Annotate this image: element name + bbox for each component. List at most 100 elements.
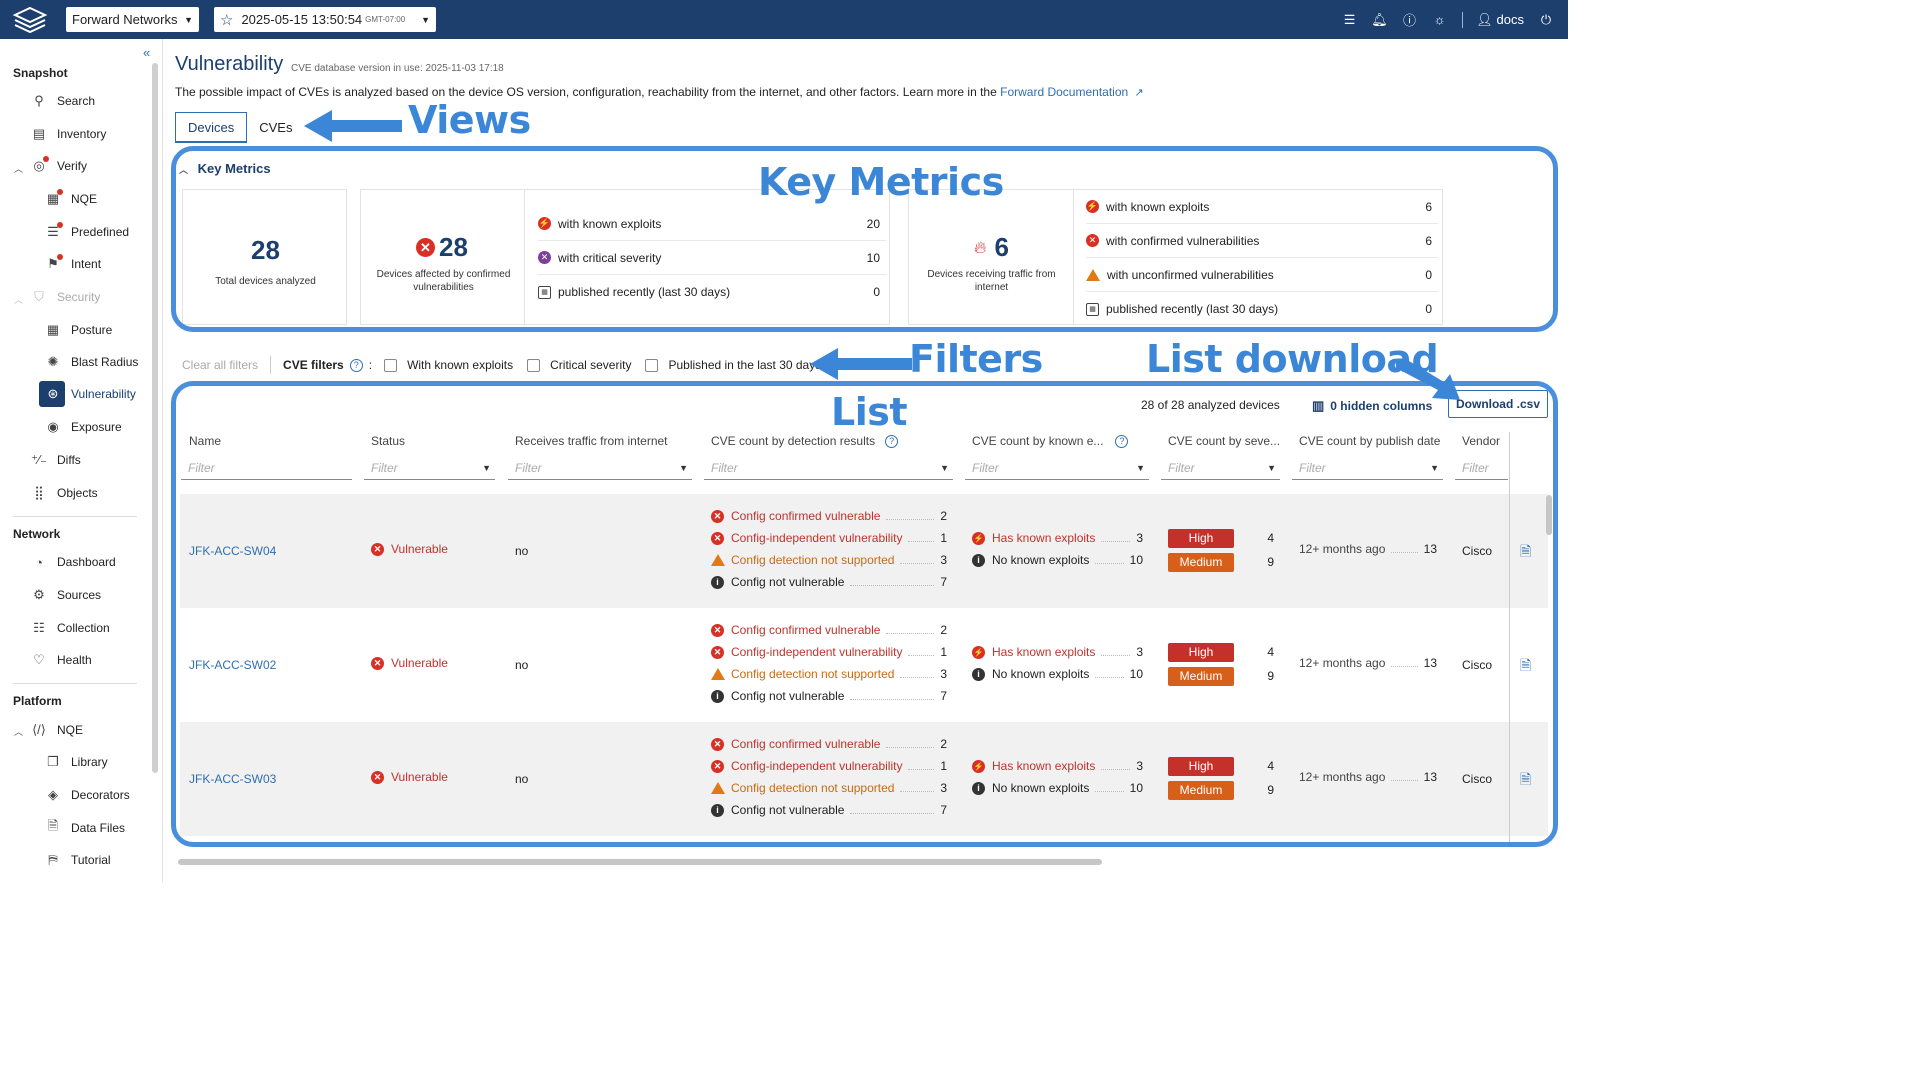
sidebar-item-label: Library: [71, 755, 108, 769]
sidebar-scrollbar[interactable]: [152, 63, 158, 773]
sidebar-item-security[interactable]: ⛉ Security: [31, 284, 100, 310]
sidebar-item-label: Security: [57, 290, 101, 304]
snapshot-timezone: GMT-07:00: [365, 15, 406, 24]
sidebar-item-nqe[interactable]: ▦ NQE: [45, 186, 97, 212]
sidebar-item-label: Predefined: [71, 225, 130, 239]
library-icon: ❐: [47, 754, 59, 769]
exposure-icon: ◉: [47, 419, 59, 434]
sidebar-item-label: Verify: [57, 159, 88, 173]
theme-icon[interactable]: ☼: [1432, 12, 1448, 28]
bell-icon[interactable]: 🔔︎: [1371, 12, 1388, 28]
sidebar-item-platform-nqe[interactable]: ⟨/⟩ NQE: [31, 717, 83, 743]
predefined-icon: ☰: [45, 222, 63, 240]
sidebar-item-exposure[interactable]: ◉ Exposure: [45, 414, 122, 440]
top-right-toolbar: ☰ 🔔︎ ⓘ ☼ 👤︎ docs ⏻: [1342, 0, 1554, 39]
critical-severity-checkbox[interactable]: [527, 358, 541, 372]
sidebar-item-label: NQE: [71, 192, 98, 206]
critical-severity-label[interactable]: Critical severity: [550, 358, 631, 372]
vulnerability-icon: ⊛: [47, 386, 59, 401]
known-exploits-checkbox[interactable]: [384, 358, 398, 372]
collection-icon: ☷: [33, 620, 45, 635]
sidebar-item-diffs[interactable]: ⁺⁄₋ Diffs: [31, 447, 81, 473]
file-icon: 🗎︎: [47, 818, 59, 833]
sidebar-divider: [13, 683, 137, 684]
network-select[interactable]: Forward Networks ▼: [66, 7, 199, 32]
known-exploits-label[interactable]: With known exploits: [407, 358, 513, 372]
chevron-up-icon[interactable]: ︿: [14, 725, 23, 738]
network-name: Forward Networks: [72, 12, 178, 27]
sidebar-item-vulnerability[interactable]: ⊛ Vulnerability: [45, 381, 136, 407]
sidebar-item-verify[interactable]: ◎ Verify: [31, 153, 87, 179]
published-recently-checkbox[interactable]: [645, 358, 659, 372]
vertical-scrollbar[interactable]: [1546, 495, 1552, 535]
sidebar-section-snapshot: Snapshot: [13, 66, 68, 80]
sidebar-item-label: Sources: [57, 588, 102, 602]
shield-icon: ⛉: [34, 289, 44, 304]
tab-cves[interactable]: CVEs: [247, 112, 304, 143]
published-recently-label[interactable]: Published in the last 30 days: [668, 358, 821, 372]
top-bar: Forward Networks ▼ ☆ 2025-05-15 13:50:54…: [0, 0, 1568, 39]
sidebar-item-sources[interactable]: ⚙ Sources: [31, 582, 101, 608]
help-icon[interactable]: ?: [349, 358, 363, 372]
sidebar-item-tutorial[interactable]: ⛿ Tutorial: [45, 847, 111, 873]
sidebar: « Snapshot ⚲ Search ▤ Inventory ︿ ◎ Veri…: [0, 39, 163, 882]
view-tabs: Devices CVEs: [175, 112, 304, 143]
verify-icon: ◎: [31, 156, 49, 174]
sidebar-item-decorators[interactable]: ◈ Decorators: [45, 782, 130, 808]
horizontal-scrollbar[interactable]: [178, 859, 1102, 865]
collapse-sidebar-icon[interactable]: «: [143, 45, 150, 60]
sidebar-item-label: Vulnerability: [71, 387, 136, 401]
sidebar-item-label: Diffs: [57, 453, 81, 467]
list-icon[interactable]: ☰: [1342, 12, 1358, 28]
sidebar-item-label: NQE: [57, 723, 84, 737]
chevron-up-icon[interactable]: ︿: [14, 293, 23, 306]
sidebar-item-label: Health: [57, 653, 92, 667]
filter-divider: [270, 356, 272, 374]
clear-all-filters-button[interactable]: Clear all filters: [182, 358, 258, 372]
sidebar-item-health[interactable]: ♡ Health: [31, 647, 92, 673]
chevron-down-icon: ▼: [184, 14, 193, 25]
download-arrow-icon: [1396, 358, 1460, 400]
sidebar-item-label: Collection: [57, 621, 110, 635]
star-icon[interactable]: ☆: [220, 11, 233, 29]
snapshot-select[interactable]: ☆ 2025-05-15 13:50:54 GMT-07:00 ▼: [214, 7, 436, 32]
list-annotation: List: [831, 390, 908, 434]
intent-icon: ⚑: [45, 254, 63, 272]
forward-logo-icon[interactable]: [12, 6, 48, 34]
sidebar-item-intent[interactable]: ⚑ Intent: [45, 251, 101, 277]
sidebar-item-collection[interactable]: ☷ Collection: [31, 615, 110, 641]
search-icon: ⚲: [34, 93, 44, 108]
sidebar-item-label: Dashboard: [57, 555, 116, 569]
power-icon[interactable]: ⏻: [1538, 12, 1554, 28]
sources-icon: ⚙: [33, 587, 45, 602]
documentation-link[interactable]: Forward Documentation: [1000, 85, 1128, 99]
sidebar-item-predefined[interactable]: ☰ Predefined: [45, 219, 129, 245]
sidebar-divider: [13, 516, 137, 517]
external-link-icon[interactable]: ↗: [1135, 87, 1144, 99]
decorators-icon: ◈: [48, 787, 58, 802]
user-menu[interactable]: 👤︎ docs: [1476, 12, 1524, 28]
sidebar-item-dashboard[interactable]: ◔ Dashboard: [31, 549, 116, 575]
sidebar-item-label: Data Files: [71, 821, 126, 835]
sidebar-item-blast-radius[interactable]: ✺ Blast Radius: [45, 349, 139, 375]
sidebar-item-inventory[interactable]: ▤ Inventory: [31, 121, 107, 147]
chevron-up-icon[interactable]: ︿: [14, 162, 23, 175]
chevron-down-icon: ▼: [421, 14, 430, 25]
sidebar-item-label: Posture: [71, 323, 113, 337]
description-text: The possible impact of CVEs is analyzed …: [175, 85, 997, 99]
sidebar-item-posture[interactable]: ▦ Posture: [45, 317, 113, 343]
sidebar-item-library[interactable]: ❐ Library: [45, 749, 108, 775]
sidebar-item-data-files[interactable]: 🗎︎ Data Files: [45, 815, 125, 841]
nqe-icon: ⟨/⟩: [32, 722, 46, 737]
inventory-icon: ▤: [32, 126, 46, 141]
sidebar-item-label: Tutorial: [71, 853, 111, 867]
sidebar-item-objects[interactable]: ⣿ Objects: [31, 480, 97, 506]
tab-devices[interactable]: Devices: [175, 112, 248, 143]
page-title: Vulnerability: [175, 53, 284, 75]
sidebar-section-network: Network: [13, 527, 61, 541]
sidebar-item-label: Exposure: [71, 420, 122, 434]
help-icon[interactable]: ⓘ: [1402, 12, 1418, 28]
colon-separator: :: [368, 358, 373, 372]
sidebar-item-search[interactable]: ⚲ Search: [31, 88, 95, 114]
filters-arrow-icon: [810, 348, 912, 380]
